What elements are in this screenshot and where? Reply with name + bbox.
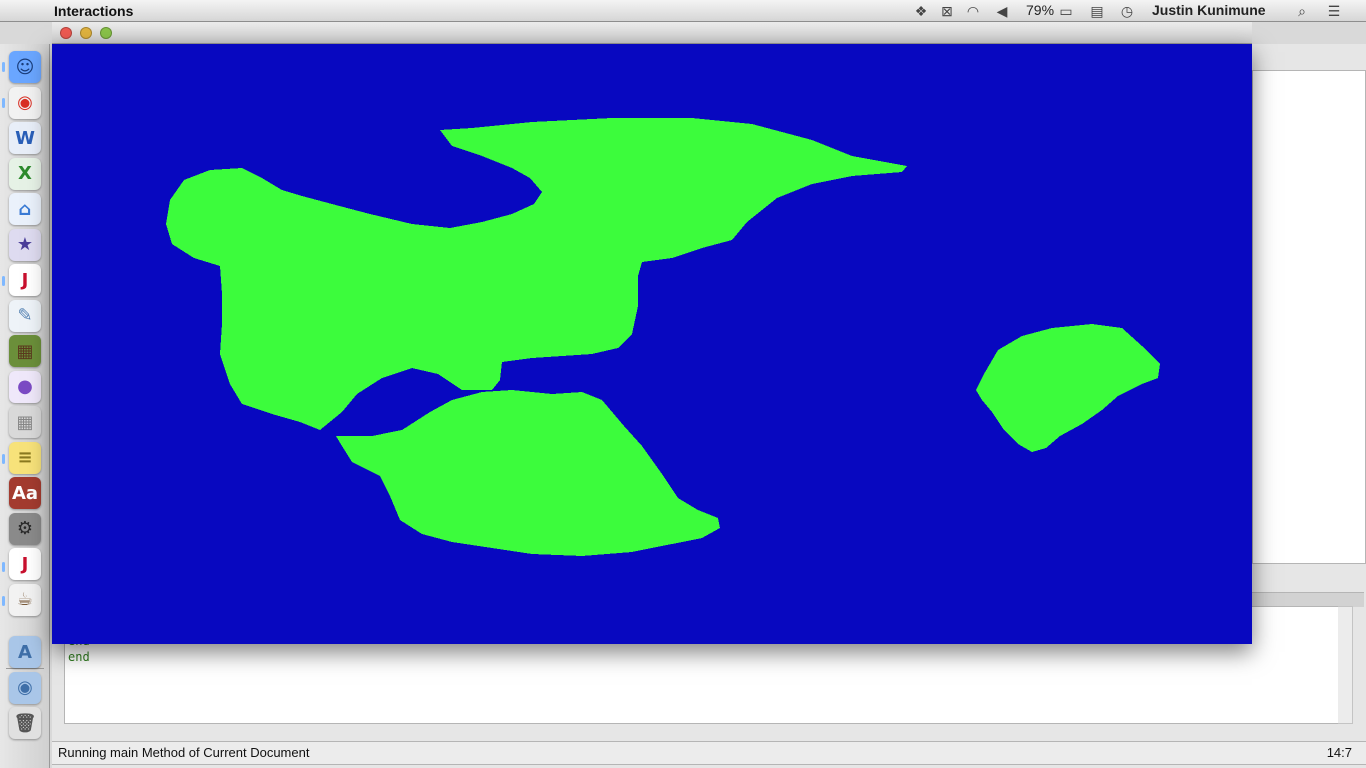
user-name[interactable]: Justin Kunimune (1152, 2, 1266, 18)
interactions-line: end (68, 650, 90, 664)
battery-icon[interactable]: ▭ (1055, 2, 1077, 20)
dock-applications-icon[interactable]: A (9, 636, 41, 668)
dock-finder-icon[interactable]: ☺ (9, 51, 41, 83)
dock-system-preferences-icon[interactable]: ⚙ (9, 512, 41, 545)
dock-separator (6, 668, 44, 669)
cursor-position: 14:7 (1326, 745, 1352, 760)
search-icon[interactable]: ⌕ (1293, 2, 1311, 20)
tab-strip (1252, 592, 1364, 607)
dropbox-icon[interactable]: ❖ (912, 2, 930, 20)
dock-java-icon[interactable]: ☕ (9, 583, 41, 616)
dock-minecraft-icon[interactable]: ▦ (9, 335, 41, 367)
flag-us-icon[interactable]: ▤ (1088, 2, 1106, 20)
dock-drjava-icon[interactable]: J (9, 264, 41, 296)
dock: ☺ ◉ W X ⌂ ★ J ✎ ▦ ● ▦ ≡ Aa ⚙ J ☕ A ◉ 🗑 (0, 44, 50, 768)
dock-drjava-2-icon[interactable]: J (9, 548, 41, 580)
battery-percent[interactable]: 79% (1026, 2, 1054, 18)
dock-keynote-icon[interactable]: ⌂ (9, 193, 41, 225)
dock-trash-icon[interactable]: 🗑 (9, 707, 41, 739)
dock-running-indicator (2, 562, 5, 572)
clock-icon[interactable]: ◷ (1118, 2, 1136, 20)
window-titlebar[interactable] (52, 22, 1252, 44)
status-bar: Running main Method of Current Document … (52, 741, 1366, 765)
dock-running-indicator (2, 454, 5, 464)
map-window (52, 44, 1252, 644)
app-menu-name[interactable]: Interactions (54, 3, 133, 19)
minimize-button[interactable] (80, 27, 92, 39)
interactions-scrollbar[interactable] (1338, 606, 1353, 724)
status-message: Running main Method of Current Document (58, 745, 310, 760)
close-button[interactable] (60, 27, 72, 39)
dock-dictionary-icon[interactable]: Aa (9, 477, 41, 509)
dock-chrome-icon[interactable]: ◉ (9, 86, 41, 119)
dock-running-indicator (2, 596, 5, 606)
dock-word-icon[interactable]: W (9, 122, 41, 154)
dock-calculator-icon[interactable]: ▦ (9, 406, 41, 438)
dock-excel-icon[interactable]: X (9, 157, 41, 190)
map-canvas[interactable] (52, 44, 1252, 644)
dock-github-icon[interactable]: ● (9, 370, 41, 403)
dock-imovie-icon[interactable]: ★ (9, 228, 41, 261)
dock-running-indicator (2, 62, 5, 72)
zoom-button[interactable] (100, 27, 112, 39)
dock-stickies-icon[interactable]: ≡ (9, 441, 41, 474)
wifi-icon[interactable]: ◠ (964, 2, 982, 20)
list-icon[interactable]: ☰ (1325, 2, 1343, 20)
menu-bar: Interactions ❖ ⊠ ◠ ◀ 79% ▭ ▤ ◷ Justin Ku… (0, 0, 1366, 22)
dock-running-indicator (2, 276, 5, 286)
volume-icon[interactable]: ◀ (993, 2, 1011, 20)
close-badge-icon[interactable]: ⊠ (938, 2, 956, 20)
editor-panel[interactable] (1252, 70, 1366, 564)
dock-preview-icon[interactable]: ✎ (9, 299, 41, 332)
dock-downloads-icon[interactable]: ◉ (9, 671, 41, 704)
dock-running-indicator (2, 98, 5, 108)
